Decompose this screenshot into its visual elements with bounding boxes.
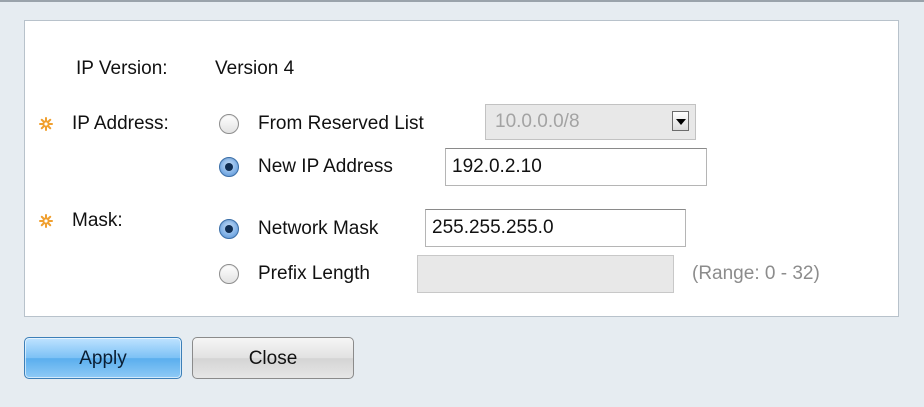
required-star-icon xyxy=(39,117,53,131)
mask-label: Mask: xyxy=(72,210,123,231)
ip-address-label: IP Address: xyxy=(72,113,169,134)
required-star-icon xyxy=(39,214,53,228)
settings-form-panel: IP Version: Version 4 IP Address: From R… xyxy=(24,20,899,317)
prefix-length-radio[interactable] xyxy=(219,264,239,284)
new-ip-address-label: New IP Address xyxy=(258,156,393,177)
from-reserved-list-label: From Reserved List xyxy=(258,113,424,134)
network-mask-radio[interactable] xyxy=(219,219,239,239)
new-ip-address-radio[interactable] xyxy=(219,157,239,177)
network-mask-input[interactable] xyxy=(425,209,686,247)
reserved-list-select[interactable]: 10.0.0.0/8 xyxy=(485,104,696,140)
chevron-down-icon[interactable] xyxy=(672,111,689,131)
network-mask-label: Network Mask xyxy=(258,218,379,239)
ip-version-label: IP Version: xyxy=(76,58,168,79)
prefix-length-range-hint: (Range: 0 - 32) xyxy=(692,263,820,284)
new-ip-address-input[interactable] xyxy=(445,148,707,186)
prefix-length-input[interactable] xyxy=(417,255,674,293)
reserved-list-select-value: 10.0.0.0/8 xyxy=(495,111,580,132)
ip-version-value: Version 4 xyxy=(215,58,295,79)
from-reserved-list-radio[interactable] xyxy=(219,114,239,134)
apply-button[interactable]: Apply xyxy=(24,337,182,379)
prefix-length-label: Prefix Length xyxy=(258,263,370,284)
top-border xyxy=(0,0,924,2)
close-button[interactable]: Close xyxy=(192,337,354,379)
